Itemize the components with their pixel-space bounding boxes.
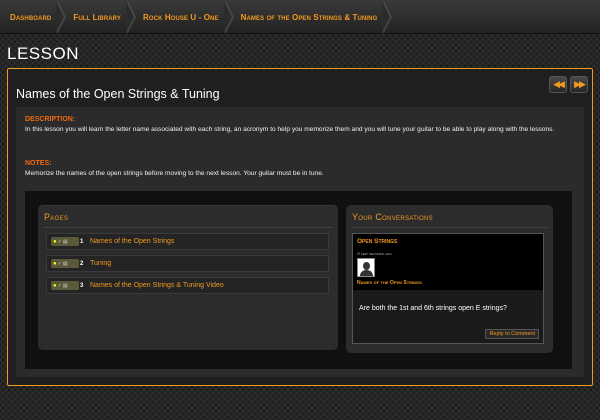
breadcrumb-label: Dashboard bbox=[10, 12, 52, 22]
page-number: 2 bbox=[80, 260, 84, 267]
page-link[interactable]: Tuning bbox=[90, 260, 111, 267]
conversation-topic[interactable]: Open Strings bbox=[357, 238, 397, 245]
page-item[interactable]: ● ✓ ▤ 3 Names of the Open Strings & Tuning… bbox=[46, 277, 329, 294]
breadcrumb-dashboard[interactable]: Dashboard bbox=[0, 0, 67, 34]
page-status-badge: ● ✓ ▤ bbox=[51, 259, 79, 268]
note-icon: ▤ bbox=[62, 282, 68, 289]
conversation-lesson-link[interactable]: Names of the Open Strings bbox=[357, 280, 422, 286]
divider bbox=[44, 227, 332, 228]
conversations-title: Your Conversations bbox=[352, 212, 433, 222]
double-right-arrow-icon: ▶▶ bbox=[574, 79, 586, 89]
pages-card: Pages ● ✓ ▤ 1 Names of the Open Strings ● ✓… bbox=[38, 205, 338, 350]
breadcrumb: Dashboard Full Library Rock House U - On… bbox=[0, 0, 600, 34]
description-text: In this lesson you will learn the letter… bbox=[25, 126, 555, 133]
breadcrumb-course[interactable]: Rock House U - One bbox=[127, 0, 234, 34]
breadcrumb-label: Names of the Open Strings & Tuning bbox=[240, 12, 378, 22]
conversations-card: Your Conversations Open Strings A few se… bbox=[346, 205, 553, 353]
page-number: 1 bbox=[80, 238, 84, 245]
previous-lesson-button[interactable]: ◀◀ bbox=[549, 76, 567, 93]
eye-icon: ● bbox=[53, 260, 57, 267]
note-icon: ▤ bbox=[62, 260, 68, 267]
notes-label: NOTES: bbox=[25, 160, 52, 167]
page-status-badge: ● ✓ ▤ bbox=[51, 281, 79, 290]
avatar-head-icon bbox=[363, 262, 370, 270]
description-label: DESCRIPTION: bbox=[25, 116, 76, 123]
conversation-timestamp: A few seconds ago bbox=[357, 251, 392, 256]
lesson-nav: ◀◀ ▶▶ bbox=[549, 76, 588, 93]
eye-icon: ● bbox=[53, 282, 57, 289]
divider bbox=[352, 227, 547, 228]
conversation-header: Open Strings A few seconds ago Names of … bbox=[353, 234, 543, 290]
breadcrumb-label: Rock House U - One bbox=[143, 12, 219, 22]
page-title: LESSON bbox=[7, 44, 79, 63]
breadcrumb-label: Full Library bbox=[73, 12, 121, 22]
page-status-badge: ● ✓ ▤ bbox=[51, 237, 79, 246]
page-item[interactable]: ● ✓ ▤ 1 Names of the Open Strings bbox=[46, 233, 329, 250]
next-lesson-button[interactable]: ▶▶ bbox=[570, 76, 588, 93]
page-number: 3 bbox=[80, 282, 84, 289]
lesson-widgets: Pages ● ✓ ▤ 1 Names of the Open Strings ● ✓… bbox=[25, 191, 572, 369]
pages-title: Pages bbox=[44, 212, 69, 222]
notes-text: Memorize the names of the open strings b… bbox=[25, 170, 324, 177]
conversation-item: Open Strings A few seconds ago Names of … bbox=[352, 233, 544, 344]
breadcrumb-lesson[interactable]: Names of the Open Strings & Tuning bbox=[225, 0, 393, 34]
avatar-body-icon bbox=[360, 270, 373, 276]
eye-icon: ● bbox=[53, 238, 57, 245]
avatar bbox=[357, 258, 375, 277]
double-left-arrow-icon: ◀◀ bbox=[553, 79, 565, 89]
breadcrumb-full-library[interactable]: Full Library bbox=[57, 0, 136, 34]
reply-to-comment-button[interactable]: Reply to Comment bbox=[485, 329, 539, 339]
lesson-title: Names of the Open Strings & Tuning bbox=[16, 87, 220, 101]
check-icon: ✓ bbox=[57, 260, 62, 267]
note-icon: ▤ bbox=[62, 238, 68, 245]
lesson-panel: ◀◀ ▶▶ Names of the Open Strings & Tuning… bbox=[7, 68, 593, 386]
check-icon: ✓ bbox=[57, 238, 62, 245]
page-link[interactable]: Names of the Open Strings bbox=[90, 238, 174, 245]
check-icon: ✓ bbox=[57, 282, 62, 289]
conversation-message: Are both the 1st and 6th strings open E … bbox=[359, 305, 507, 312]
page-link[interactable]: Names of the Open Strings & Tuning Video bbox=[90, 282, 224, 289]
page-item[interactable]: ● ✓ ▤ 2 Tuning bbox=[46, 255, 329, 272]
lesson-content: DESCRIPTION: In this lesson you will lea… bbox=[16, 107, 584, 377]
